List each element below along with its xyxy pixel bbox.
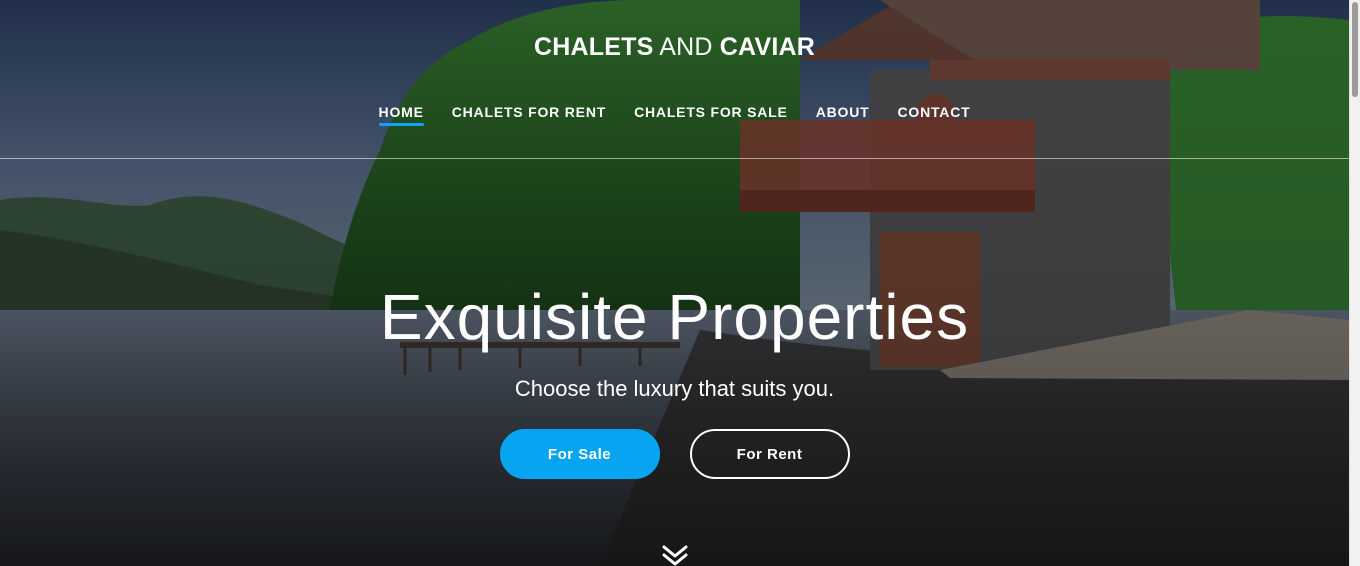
logo-word-caviar: CAVIAR [719,33,815,61]
double-chevron-down-icon[interactable] [662,544,688,566]
site-logo[interactable]: CHALETS AND CAVIAR [0,33,1349,62]
nav-item-home[interactable]: HOME [378,104,424,126]
hero-headline: Exquisite Properties [379,281,970,353]
nav-item-chalets-for-sale[interactable]: CHALETS FOR SALE [634,104,788,126]
for-rent-button[interactable]: For Rent [689,429,850,479]
nav-item-chalets-for-rent[interactable]: CHALETS FOR RENT [452,104,606,126]
hero-subheadline: Choose the luxury that suits you. [514,376,835,401]
main-navigation: HOME CHALETS FOR RENT CHALETS FOR SALE A… [0,104,1349,126]
hero-section: CHALETS AND CAVIAR HOME CHALETS FOR RENT… [0,0,1349,566]
logo-word-and: AND [659,33,713,61]
header-divider [0,158,1349,159]
hero-cta-group: For Sale For Rent [0,429,1349,479]
for-sale-button[interactable]: For Sale [499,429,660,479]
nav-item-contact[interactable]: CONTACT [897,104,970,126]
scrollbar-thumb[interactable] [1352,2,1358,97]
page-scrollbar[interactable] [1349,0,1360,566]
nav-item-about[interactable]: ABOUT [816,104,870,126]
logo-word-chalets: CHALETS [534,33,654,61]
